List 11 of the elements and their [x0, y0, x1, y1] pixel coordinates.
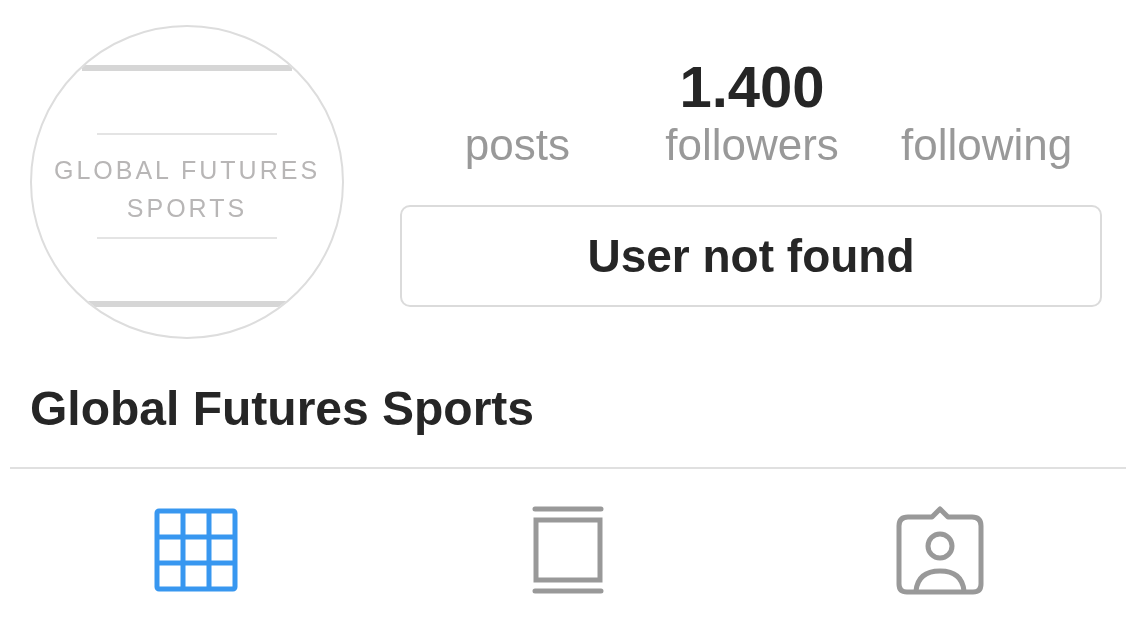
stat-label: followers: [665, 119, 839, 171]
single-post-icon: [532, 506, 604, 594]
stat-label: posts: [464, 119, 570, 171]
logo-text: SPORTS: [126, 193, 248, 224]
tagged-person-icon: [896, 505, 984, 595]
user-not-found-button[interactable]: User not found: [400, 205, 1102, 307]
logo-text: GLOBAL FUTURES: [53, 155, 321, 186]
profile-name: Global Futures Sports: [30, 381, 536, 437]
grid-icon: [154, 508, 238, 592]
stat-count: 1.400: [679, 55, 825, 119]
stat-label: following: [901, 119, 1073, 171]
